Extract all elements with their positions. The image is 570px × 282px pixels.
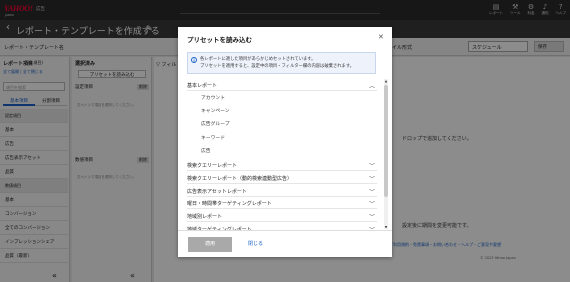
info-text: 各レポートに適した項目があらかじめセットされています。 プリセットを適用すると、… bbox=[200, 56, 374, 70]
preset-category-label: 曜日・時間帯ターゲティングレポート bbox=[187, 201, 272, 208]
info-icon: i bbox=[191, 57, 197, 63]
scroll-down-icon[interactable]: ▼ bbox=[384, 225, 388, 229]
preset-category[interactable]: 地域ターゲティングレポート﹀ bbox=[187, 223, 377, 230]
close-button[interactable]: 閉じる bbox=[248, 237, 263, 252]
chevron-down-icon[interactable]: ﹀ bbox=[369, 174, 375, 183]
scroll-up-icon[interactable]: ▲ bbox=[384, 79, 388, 83]
dialog-footer: 適用 閉じる bbox=[178, 230, 392, 257]
preset-category[interactable]: 検索クエリーレポート（動的検索連動型広告） ﹀ bbox=[187, 172, 377, 184]
info-line: 各レポートに適した項目があらかじめセットされています。 bbox=[200, 57, 316, 62]
preset-category[interactable]: 基本レポート ︿ bbox=[187, 79, 377, 91]
preset-category-label: 広告表示アセットレポート bbox=[187, 188, 247, 195]
preset-category-label: 地域別レポート bbox=[187, 214, 223, 221]
preset-category[interactable]: 地域別レポート ﹀ bbox=[187, 210, 377, 223]
load-preset-dialog: プリセットを読み込む ✕ i 各レポートに適した項目があらかじめセットされていま… bbox=[178, 27, 392, 257]
close-icon[interactable]: ✕ bbox=[378, 33, 384, 41]
info-line: プリセットを適用すると、設定中の項目・フィルター欄の内容は破棄されます。 bbox=[200, 64, 354, 69]
preset-item[interactable]: キーワード bbox=[201, 134, 225, 141]
chevron-down-icon[interactable]: ﹀ bbox=[369, 161, 375, 170]
chevron-down-icon[interactable]: ﹀ bbox=[369, 212, 375, 221]
preset-item[interactable]: 広告 bbox=[201, 147, 211, 154]
chevron-down-icon[interactable]: ﹀ bbox=[369, 187, 375, 196]
preset-category-label: 基本レポート bbox=[187, 83, 218, 89]
info-message: i 各レポートに適した項目があらかじめセットされています。 プリセットを適用する… bbox=[187, 52, 376, 74]
preset-item[interactable]: アカウント bbox=[201, 94, 225, 101]
preset-list: 基本レポート ︿ アカウントキャンペーン 広告グループ キーワード広告検索クエリーレポー… bbox=[178, 77, 392, 230]
preset-category[interactable]: 広告表示アセットレポート ﹀ bbox=[187, 185, 377, 197]
preset-category-label: 検索クエリーレポート bbox=[187, 163, 238, 169]
preset-item[interactable]: 広告グループ bbox=[201, 120, 230, 127]
preset-scrollbar-thumb[interactable] bbox=[384, 85, 388, 197]
preset-item[interactable]: キャンペーン bbox=[201, 107, 230, 114]
preset-category[interactable]: 検索クエリーレポート ﹀ bbox=[187, 159, 377, 171]
preset-category[interactable]: 曜日・時間帯ターゲティングレポート ﹀ bbox=[187, 197, 377, 210]
dialog-title: プリセットを読み込む bbox=[187, 36, 252, 44]
apply-button[interactable]: 適用 bbox=[188, 237, 232, 252]
preset-category-label: 検索クエリーレポート（動的検索連動型広告） bbox=[187, 175, 293, 182]
chevron-up-icon[interactable]: ︿ bbox=[369, 81, 375, 90]
chevron-down-icon[interactable]: ﹀ bbox=[369, 199, 375, 208]
